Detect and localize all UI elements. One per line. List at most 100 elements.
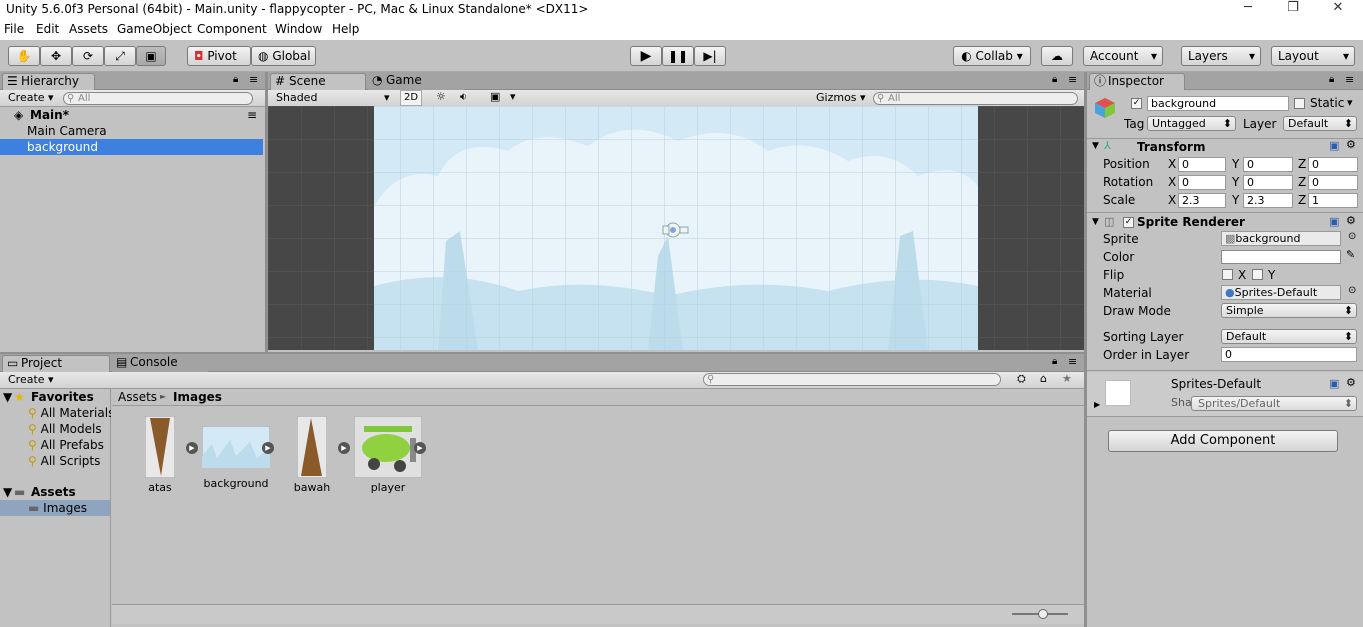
help-book-icon[interactable]: ▣ xyxy=(1329,139,1339,152)
active-checkbox[interactable]: ✓ xyxy=(1131,98,1142,109)
project-search-input[interactable]: ⚲ xyxy=(703,373,1001,386)
position-y-field[interactable]: 0 xyxy=(1243,157,1293,172)
scene-menu-icon[interactable]: ≡ xyxy=(247,107,257,123)
expand-arrow-icon[interactable]: ▼ xyxy=(1092,217,1099,227)
flip-y-checkbox[interactable] xyxy=(1252,269,1263,280)
help-book-icon[interactable]: ▣ xyxy=(1329,215,1339,228)
chevron-down-icon[interactable]: ▾ xyxy=(1347,96,1353,109)
tab-game[interactable]: ◔ Game xyxy=(368,73,464,90)
expand-play-icon[interactable]: ▶ xyxy=(186,442,198,454)
layout-dropdown[interactable]: Layout ▾ xyxy=(1271,46,1355,66)
breadcrumb-root[interactable]: Assets xyxy=(118,390,157,404)
pivot-toggle[interactable]: ◘ Pivot xyxy=(187,46,251,66)
hand-tool-icon[interactable]: ✋ xyxy=(8,46,40,66)
images-folder-row[interactable]: ▬ Images xyxy=(0,500,110,516)
static-checkbox[interactable] xyxy=(1294,98,1305,109)
collab-dropdown[interactable]: ◐ Collab ▾ xyxy=(953,46,1031,66)
favorite-item-all-models[interactable]: ⚲ All Models xyxy=(28,421,111,437)
object-picker-icon[interactable]: ⊙ xyxy=(1348,285,1356,296)
favorite-item-all-prefabs[interactable]: ⚲ All Prefabs xyxy=(28,437,111,453)
expand-play-icon[interactable]: ▶ xyxy=(262,442,274,454)
lock-icon[interactable]: 🔒︎ xyxy=(1052,74,1057,85)
position-z-field[interactable]: 0 xyxy=(1308,157,1358,172)
lock-icon[interactable]: 🔒︎ xyxy=(233,74,238,85)
menu-component[interactable]: Component xyxy=(197,22,267,36)
expand-arrow-icon[interactable]: ▼ xyxy=(1092,141,1099,151)
tab-console[interactable]: ▤ Console xyxy=(112,355,208,372)
scene-viewport[interactable] xyxy=(268,106,1084,350)
cloud-icon[interactable]: ☁ xyxy=(1041,46,1073,66)
hierarchy-search-input[interactable]: ⚲ All xyxy=(63,92,253,105)
shading-dropdown[interactable]: Shaded ▾ xyxy=(276,91,392,104)
gear-icon[interactable]: ⚙ xyxy=(1346,138,1356,151)
sprite-field[interactable]: ▩background xyxy=(1221,231,1341,246)
gizmos-dropdown[interactable]: Gizmos ▾ xyxy=(816,91,866,104)
panel-menu-icon[interactable]: ≡ xyxy=(1068,355,1077,368)
account-dropdown[interactable]: Account ▾ xyxy=(1083,46,1163,66)
draw-mode-dropdown[interactable]: Simple ⬍ xyxy=(1221,303,1357,318)
gear-icon[interactable]: ⚙ xyxy=(1346,376,1356,389)
scale-x-field[interactable]: 2.3 xyxy=(1178,193,1226,208)
add-component-button[interactable]: Add Component xyxy=(1108,430,1338,452)
lock-icon[interactable]: 🔒︎ xyxy=(1052,356,1057,367)
rotation-x-field[interactable]: 0 xyxy=(1178,175,1226,190)
rotation-y-field[interactable]: 0 xyxy=(1243,175,1293,190)
layers-dropdown[interactable]: Layers ▾ xyxy=(1181,46,1261,66)
panel-menu-icon[interactable]: ≡ xyxy=(1345,73,1354,86)
maximize-button[interactable]: ❐ xyxy=(1270,0,1316,19)
scale-z-field[interactable]: 1 xyxy=(1308,193,1358,208)
zoom-slider-handle[interactable] xyxy=(1038,609,1048,619)
panel-menu-icon[interactable]: ≡ xyxy=(249,73,258,86)
scene-search-input[interactable]: ⚲ All xyxy=(873,92,1078,105)
flip-x-checkbox[interactable] xyxy=(1222,269,1233,280)
menu-edit[interactable]: Edit xyxy=(36,22,59,36)
star-icon[interactable]: ★ xyxy=(1062,372,1072,385)
audio-icon[interactable]: 🔉︎ xyxy=(460,90,467,104)
tag-dropdown[interactable]: Untagged ⬍ xyxy=(1147,116,1236,131)
rotate-tool-icon[interactable]: ⟳ xyxy=(72,46,104,66)
sprite-renderer-enabled-checkbox[interactable]: ✓ xyxy=(1123,217,1134,228)
filter-type-icon[interactable]: ⛭ xyxy=(1017,372,1026,386)
favorite-item-all-materials[interactable]: ⚲ All Materials xyxy=(28,405,111,421)
expand-play-icon[interactable]: ▶ xyxy=(414,442,426,454)
gear-icon[interactable]: ⚙ xyxy=(1346,214,1356,227)
help-book-icon[interactable]: ▣ xyxy=(1329,377,1339,390)
hierarchy-item-background[interactable]: background xyxy=(0,139,263,155)
hierarchy-item-main-camera[interactable]: Main Camera xyxy=(0,123,263,139)
menu-gameobject[interactable]: GameObject xyxy=(117,22,192,36)
project-create-button[interactable]: Create ▾ xyxy=(8,373,54,386)
tab-hierarchy[interactable]: ☰ Hierarchy xyxy=(2,73,95,90)
material-field[interactable]: ●Sprites-Default xyxy=(1221,285,1341,300)
menu-help[interactable]: Help xyxy=(332,22,359,36)
favorite-item-all-scripts[interactable]: ⚲ All Scripts xyxy=(28,453,111,469)
expand-play-icon[interactable]: ▶ xyxy=(338,442,350,454)
sun-icon[interactable]: ☼ xyxy=(436,90,446,103)
pause-button[interactable]: ❚❚ xyxy=(662,46,694,66)
layer-dropdown[interactable]: Default ⬍ xyxy=(1283,116,1357,131)
object-picker-icon[interactable]: ⊙ xyxy=(1348,231,1356,242)
menu-file[interactable]: File xyxy=(4,22,24,36)
assets-folder-row[interactable]: ▼ ▬ Assets xyxy=(0,484,111,500)
breadcrumb-current[interactable]: Images xyxy=(173,390,222,404)
expand-arrow-icon[interactable]: ▶ xyxy=(1094,400,1100,409)
hierarchy-create-button[interactable]: Create ▾ xyxy=(8,91,54,104)
move-tool-icon[interactable]: ✥ xyxy=(40,46,72,66)
tab-project[interactable]: ▭ Project xyxy=(2,355,110,372)
scene-root-row[interactable]: ◈ Main* ≡ xyxy=(0,107,265,123)
menu-assets[interactable]: Assets xyxy=(69,22,108,36)
global-toggle[interactable]: ◍ Global xyxy=(251,46,316,66)
asset-atas[interactable]: atas xyxy=(140,415,180,494)
panel-menu-icon[interactable]: ≡ xyxy=(1068,73,1077,86)
minimize-button[interactable]: ─ xyxy=(1225,0,1271,19)
eyedropper-icon[interactable]: ✎ xyxy=(1346,248,1355,261)
chevron-down-icon[interactable]: ▾ xyxy=(510,90,516,103)
rect-tool-icon[interactable]: ▣ xyxy=(136,46,166,66)
lock-icon[interactable]: 🔒︎ xyxy=(1329,74,1334,85)
scale-tool-icon[interactable]: ⤢ xyxy=(104,46,136,66)
menu-window[interactable]: Window xyxy=(275,22,322,36)
rotation-z-field[interactable]: 0 xyxy=(1308,175,1358,190)
color-swatch[interactable] xyxy=(1221,250,1341,264)
position-x-field[interactable]: 0 xyxy=(1178,157,1226,172)
play-button[interactable]: ▶ xyxy=(630,46,662,66)
close-button[interactable]: ✕ xyxy=(1315,0,1361,19)
